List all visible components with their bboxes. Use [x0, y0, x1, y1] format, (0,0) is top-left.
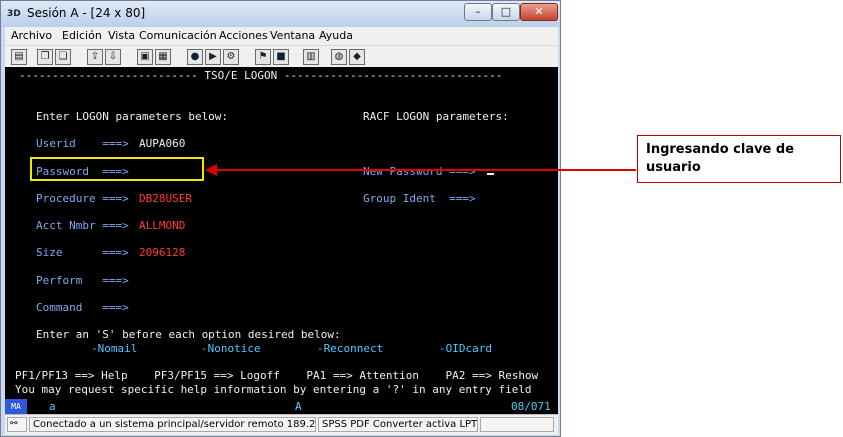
connection-status: Conectado a un sistema principal/servido…	[29, 417, 316, 432]
status-empty-pane	[480, 417, 554, 432]
receive-icon[interactable]: ⇩	[105, 49, 121, 65]
option-nomail[interactable]: -Nomail	[91, 342, 137, 355]
display-icon[interactable]: ▣	[137, 49, 153, 65]
print-icon[interactable]: ▤	[11, 49, 27, 65]
emulator-window: 3D Sesión A - [24 x 80] – □ ✕ Archivo Ed…	[0, 0, 561, 437]
ma-indicator: MA	[5, 399, 27, 414]
printer-status: SPSS PDF Converter activa LPT1:	[318, 417, 478, 432]
record-icon[interactable]: ●	[187, 49, 203, 65]
operator-info-area: MA a A 08/071	[5, 399, 558, 414]
annotation-callout: Ingresando clave de usuario	[637, 135, 841, 183]
userid-field[interactable]: AUPA060	[139, 137, 185, 150]
command-label: Command ===>	[36, 301, 129, 314]
title-bar[interactable]: 3D Sesión A - [24 x 80] – □ ✕	[1, 1, 560, 27]
procedure-label: Procedure ===>	[36, 192, 129, 205]
toolbar: ▤ ❐ ❏ ⇪ ⇩ ▣ ▦ ● ▶ ⚙ ⚑ ■ ▥ ◍ ◆	[5, 45, 558, 68]
acct-field[interactable]: ALLMOND	[139, 219, 185, 232]
help-hint: You may request specific help informatio…	[15, 383, 532, 396]
help-icon[interactable]: ◆	[349, 49, 365, 65]
group-ident-label: Group Ident ===>	[363, 192, 476, 205]
status-bar: ⚯ Conectado a un sistema principal/servi…	[5, 414, 558, 435]
perform-label: Perform ===>	[36, 274, 129, 287]
option-oidcard[interactable]: -OIDcard	[439, 342, 492, 355]
paste-icon[interactable]: ❏	[55, 49, 71, 65]
oia-a-left: a	[49, 400, 56, 413]
option-reconnect[interactable]: -Reconnect	[317, 342, 383, 355]
menu-edicion[interactable]: Edición	[62, 29, 102, 42]
annotation-arrow-head	[205, 164, 217, 176]
menu-archivo[interactable]: Archivo	[11, 29, 52, 42]
macro-icon[interactable]: ⚙	[223, 49, 239, 65]
userid-label: Userid ===>	[36, 137, 129, 150]
connection-icon: ⚯	[7, 417, 27, 432]
size-label: Size ===>	[36, 246, 129, 259]
menu-bar: Archivo Edición Vista Comunicación Accio…	[5, 27, 558, 45]
maximize-button[interactable]: □	[492, 3, 520, 21]
minimize-button[interactable]: –	[464, 3, 492, 21]
new-password-label: New Password ===>	[363, 165, 476, 178]
menu-ayuda[interactable]: Ayuda	[319, 29, 353, 42]
acct-label: Acct Nmbr ===>	[36, 219, 129, 232]
enter-params-label: Enter LOGON parameters below:	[36, 110, 229, 123]
size-field[interactable]: 2096128	[139, 246, 185, 259]
option-nonotice[interactable]: -Nonotice	[201, 342, 261, 355]
window-title: Sesión A - [24 x 80]	[27, 6, 146, 20]
procedure-field[interactable]: DB28USER	[139, 192, 192, 205]
menu-acciones[interactable]: Acciones	[219, 29, 268, 42]
cursor-position: 08/071	[511, 400, 551, 413]
oia-a-mid: A	[295, 400, 302, 413]
terminal-screen[interactable]: --------------------------- TSO/E LOGON …	[5, 67, 558, 399]
screen-header: --------------------------- TSO/E LOGON …	[19, 69, 503, 82]
globe-icon[interactable]: ◍	[331, 49, 347, 65]
clipboard-icon[interactable]: ▥	[303, 49, 319, 65]
option-prompt: Enter an 'S' before each option desired …	[36, 328, 341, 341]
run-macro-icon[interactable]: ⚑	[255, 49, 271, 65]
copy-icon[interactable]: ❐	[37, 49, 53, 65]
close-button[interactable]: ✕	[520, 3, 558, 21]
send-icon[interactable]: ⇪	[87, 49, 103, 65]
annotation-arrow-line	[216, 169, 636, 171]
pf-key-help: PF1/PF13 ==> Help PF3/PF15 ==> Logoff PA…	[15, 369, 539, 382]
stop-macro-icon[interactable]: ■	[273, 49, 289, 65]
app-icon: 3D	[7, 9, 21, 19]
menu-vista[interactable]: Vista	[108, 29, 135, 42]
password-highlight-box	[30, 157, 204, 181]
keypad-icon[interactable]: ▦	[155, 49, 171, 65]
menu-comunicacion[interactable]: Comunicación	[139, 29, 217, 42]
play-icon[interactable]: ▶	[205, 49, 221, 65]
racf-params-label: RACF LOGON parameters:	[363, 110, 509, 123]
text-cursor	[487, 173, 494, 175]
menu-ventana[interactable]: Ventana	[270, 29, 315, 42]
